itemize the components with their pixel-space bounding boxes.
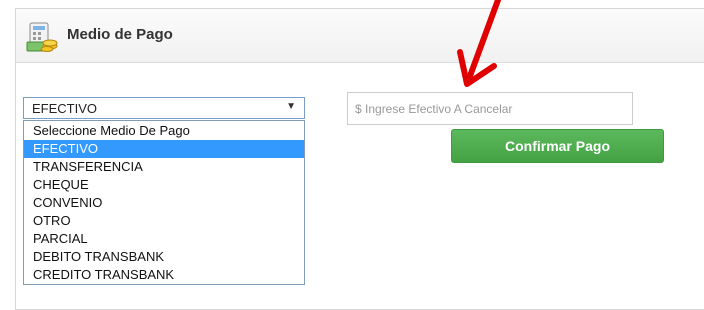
confirm-payment-button[interactable]: Confirmar Pago [451,129,664,163]
option-cheque[interactable]: CHEQUE [24,176,304,194]
panel-title: Medio de Pago [67,26,173,43]
panel-header: Medio de Pago [16,9,704,63]
dropdown-arrow-icon[interactable]: ▼ [286,101,296,112]
red-arrow-icon [457,0,501,87]
option-convenio[interactable]: CONVENIO [24,194,304,212]
option-efectivo[interactable]: EFECTIVO [24,140,304,158]
option-debito-transbank[interactable]: DEBITO TRANSBANK [24,248,304,266]
option-transferencia[interactable]: TRANSFERENCIA [24,158,304,176]
option-credito-transbank[interactable]: CREDITO TRANSBANK [24,266,304,284]
payment-money-icon [26,22,58,52]
select-selected-value: EFECTIVO [32,101,98,116]
cash-amount-input[interactable] [347,92,633,125]
payment-method-options: Seleccione Medio De Pago EFECTIVO TRANSF… [23,120,305,285]
payment-method-select[interactable]: EFECTIVO ▼ [23,97,305,119]
option-parcial[interactable]: PARCIAL [24,230,304,248]
option-otro[interactable]: OTRO [24,212,304,230]
option-seleccione[interactable]: Seleccione Medio De Pago [24,122,304,140]
